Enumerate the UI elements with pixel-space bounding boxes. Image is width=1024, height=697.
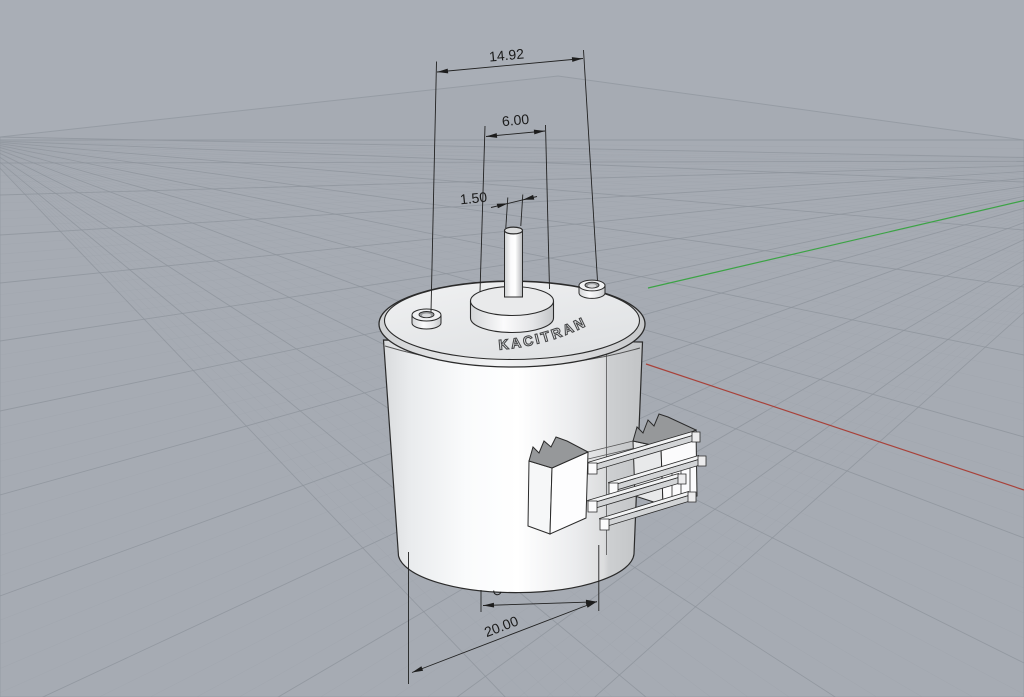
mount-post-left[interactable] [411, 308, 442, 330]
cad-viewport[interactable]: KACITRAN 14.92 6.00 1.50 20.00 [0, 0, 1024, 697]
pin-3-end-left [587, 500, 598, 513]
pin-2-end-right [697, 455, 707, 467]
output-shaft[interactable] [503, 226, 524, 298]
connector-block-left[interactable] [527, 436, 590, 535]
perspective-view[interactable]: KACITRAN 14.92 6.00 1.50 20.00 [0, 0, 1024, 697]
pin-4-end-left [599, 518, 610, 531]
mount-hole-right-inner [587, 284, 597, 288]
dim-value-mount-span: 14.92 [488, 45, 525, 64]
pin-4-end-right [687, 491, 697, 503]
pin-1-end-left [587, 462, 598, 475]
pin-3-end-right [677, 473, 687, 485]
mount-post-right[interactable] [578, 279, 606, 299]
dim-value-shaft-diameter: 1.50 [459, 189, 488, 208]
mount-hole-left-inner [421, 313, 432, 318]
shaft-top [503, 226, 524, 235]
dim-value-boss-diameter: 6.00 [501, 111, 530, 130]
pin-1-end-right [691, 431, 701, 443]
